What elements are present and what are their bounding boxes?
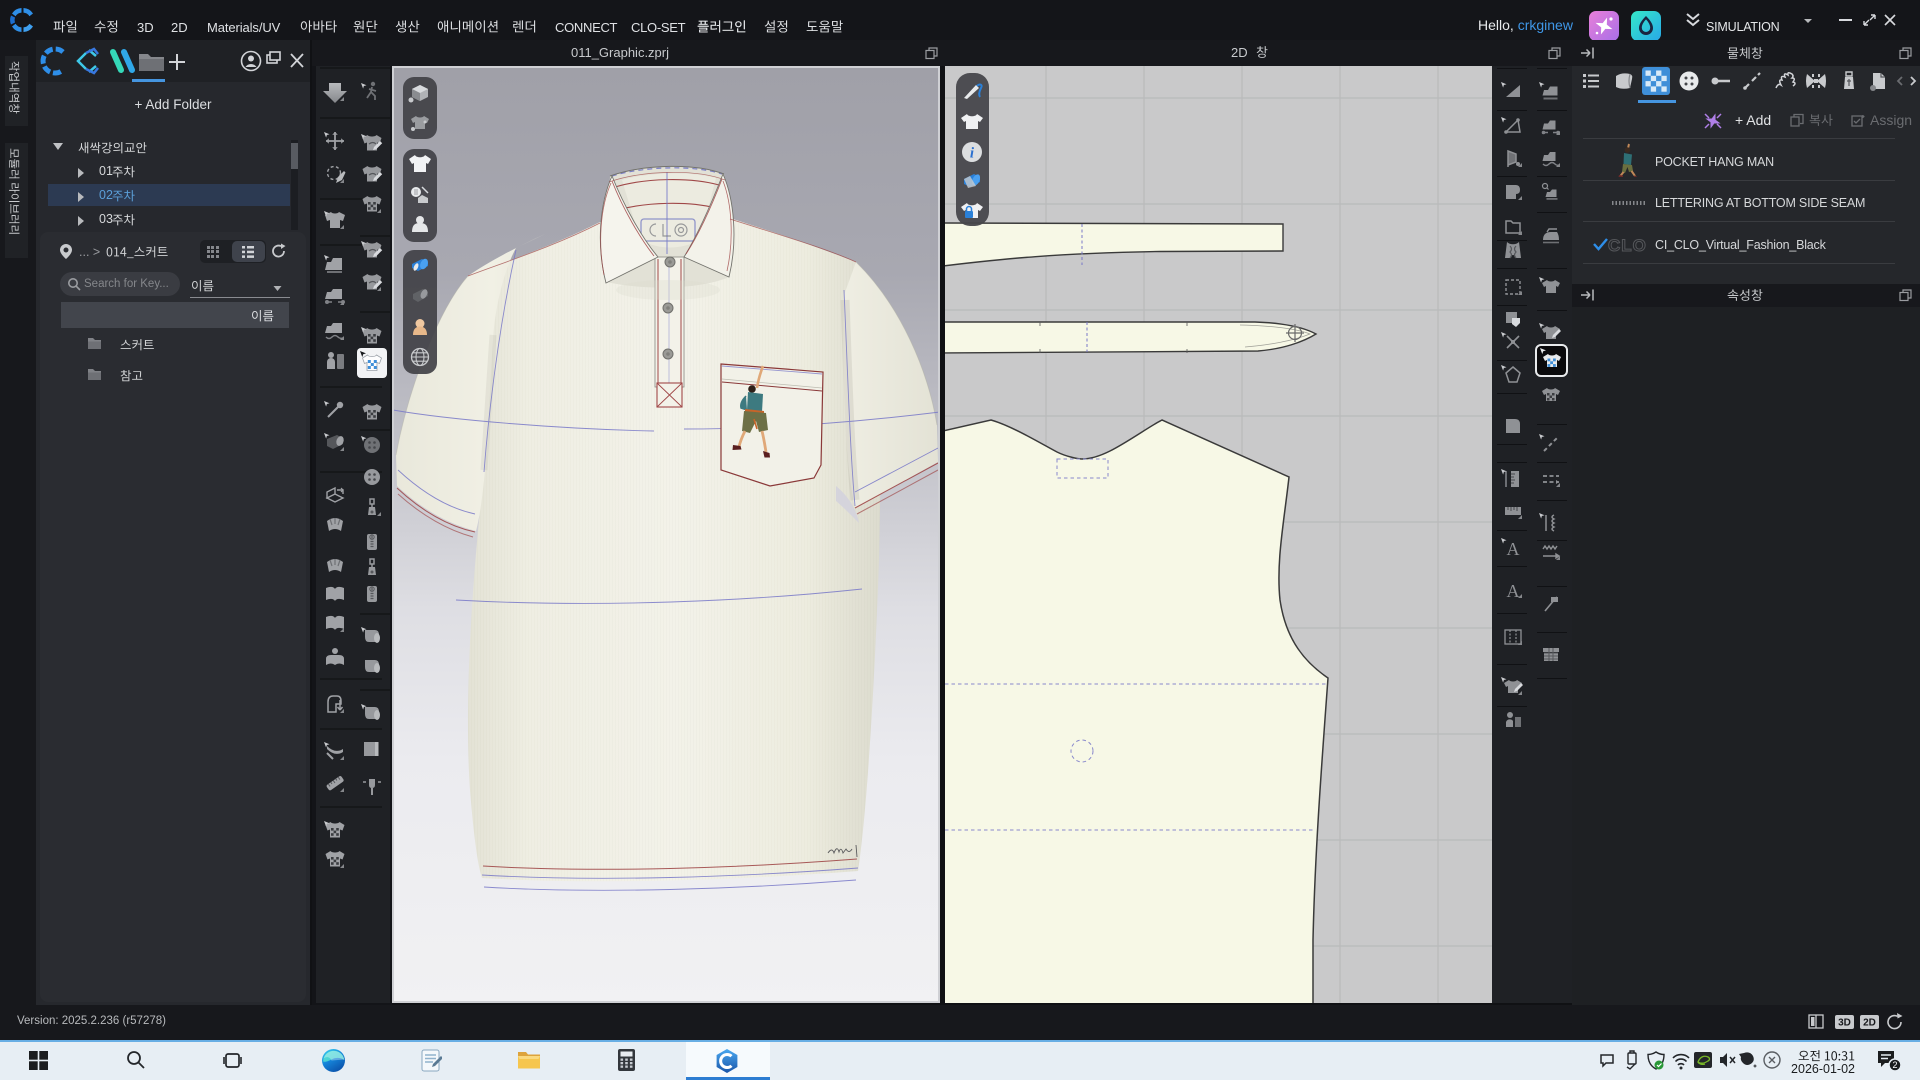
svg-text:3D: 3D [1838, 1018, 1851, 1029]
svg-text:A: A [1507, 539, 1520, 559]
svg-text:2: 2 [1892, 1060, 1897, 1070]
svg-text:A: A [1507, 581, 1520, 601]
svg-text:2D: 2D [1863, 1018, 1876, 1029]
